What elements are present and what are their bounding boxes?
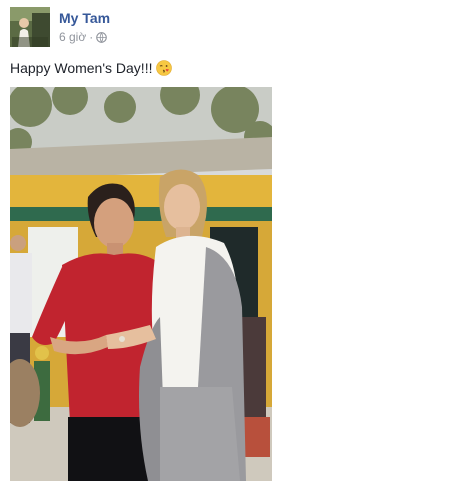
post-timestamp[interactable]: 6 giờ: [59, 30, 86, 44]
post-photo[interactable]: [10, 87, 272, 481]
photo-image: [10, 87, 272, 481]
meta-separator: ·: [89, 30, 94, 44]
facebook-post: My Tam 6 giờ · Happy Women's Day!!!: [0, 0, 460, 487]
post-text: Happy Women's Day!!!: [10, 60, 153, 76]
author-avatar[interactable]: [10, 7, 50, 47]
kissing-face-emoji-icon: [156, 60, 173, 76]
post-meta: 6 giờ ·: [59, 30, 108, 44]
author-name-link[interactable]: My Tam: [59, 10, 110, 26]
globe-icon[interactable]: [96, 31, 108, 43]
avatar-image: [10, 7, 50, 47]
post-message: Happy Women's Day!!!: [10, 60, 173, 76]
